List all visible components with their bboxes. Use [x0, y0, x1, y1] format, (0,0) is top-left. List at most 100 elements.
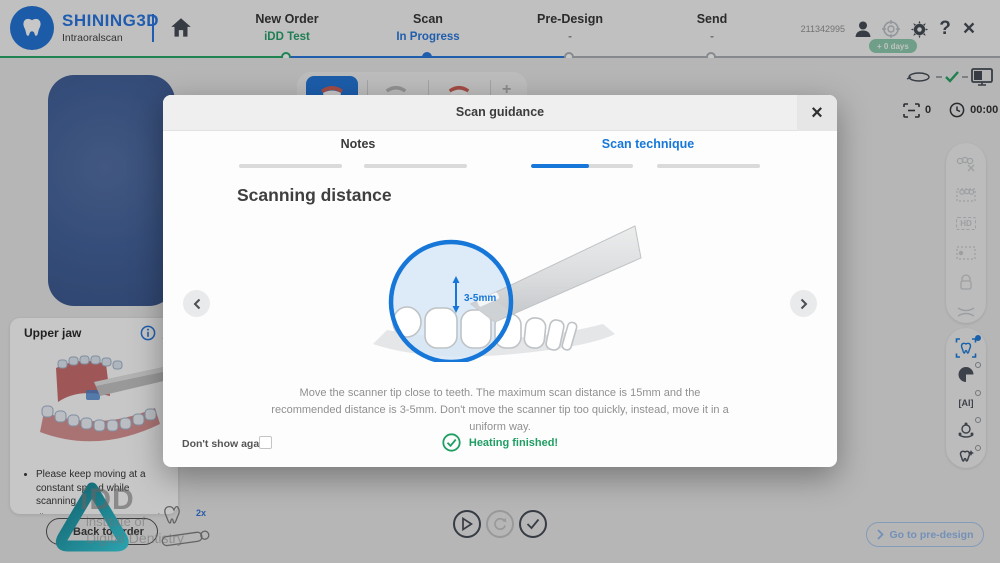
start-scan-button[interactable] — [453, 510, 481, 538]
ai-scan-button[interactable]: [AI] — [954, 392, 978, 413]
clock-icon — [949, 102, 965, 118]
jaw-scan-illustration — [28, 350, 168, 460]
close-icon: × — [811, 102, 823, 125]
app-header: SHINING3D Intraoralscan New Order iDD Te… — [0, 0, 1000, 57]
step-status: - — [642, 31, 782, 43]
scanning-distance-illustration: 3-5mm — [363, 212, 648, 362]
modal-title: Scan guidance — [163, 105, 837, 119]
info-button[interactable] — [140, 325, 156, 346]
check-icon — [526, 518, 540, 530]
heating-status: Heating finished! — [400, 433, 600, 452]
lock-icon — [958, 274, 974, 292]
check-circle-icon — [442, 433, 461, 452]
tab-notes[interactable]: Notes — [283, 137, 433, 151]
guide-progress-bar-active — [531, 164, 633, 168]
step-send[interactable]: Send - — [642, 12, 782, 43]
header-divider — [152, 14, 154, 42]
step-scan[interactable]: Scan In Progress — [358, 12, 498, 43]
occlusion-arcs-icon — [955, 304, 977, 320]
target-icon — [881, 19, 901, 39]
close-app-button[interactable]: × — [958, 18, 980, 40]
guide-progress-bar — [364, 164, 467, 168]
step-label: Pre-Design — [500, 12, 640, 26]
auto-refine-button[interactable] — [954, 337, 978, 358]
rescan-button[interactable] — [486, 510, 514, 538]
check-icon — [945, 71, 959, 83]
refresh-icon — [493, 517, 507, 531]
step-status: - — [500, 31, 640, 43]
guide-description: Move the scanner tip close to teeth. The… — [270, 385, 730, 436]
home-button[interactable] — [168, 15, 194, 41]
step-pre-design[interactable]: Pre-Design - — [500, 12, 640, 43]
step-status: In Progress — [358, 31, 498, 43]
scanner-icon — [905, 70, 933, 84]
guide-heading: Scanning distance — [237, 185, 392, 206]
play-icon — [461, 517, 473, 531]
user-button[interactable] — [852, 18, 874, 40]
calibration-button[interactable] — [880, 18, 902, 40]
chevron-left-icon — [193, 298, 201, 310]
close-icon: × — [963, 17, 975, 41]
question-icon: ? — [939, 18, 951, 40]
go-to-pre-design-label: Go to pre-design — [890, 529, 974, 541]
step-new-order[interactable]: New Order iDD Test — [217, 12, 357, 43]
post-process-button[interactable] — [954, 419, 978, 440]
texture-scan-button[interactable] — [954, 153, 978, 175]
dont-show-again-label: Don't show again — [182, 438, 269, 450]
status-connector — [962, 76, 968, 78]
marker-scan-button[interactable] — [954, 242, 978, 264]
hd-mode-button[interactable]: HD — [954, 212, 978, 234]
tab-scan-technique[interactable]: Scan technique — [563, 137, 733, 151]
camera-preview — [48, 75, 175, 306]
home-icon — [168, 15, 194, 41]
days-badge: + 0 days — [869, 39, 917, 53]
brand-block: SHINING3D Intraoralscan — [62, 11, 159, 44]
remove-soft-tissue-button[interactable] — [954, 364, 978, 385]
tool-badge — [975, 390, 981, 396]
bite-check-button[interactable] — [954, 301, 978, 323]
scan-count: 0 — [925, 104, 931, 116]
prev-guide-button[interactable] — [183, 290, 210, 317]
step-label: Send — [642, 12, 782, 26]
connection-status — [905, 68, 993, 86]
lock-data-button[interactable] — [954, 272, 978, 294]
hd-icon: HD — [956, 217, 976, 230]
go-to-pre-design-button[interactable]: Go to pre-design — [866, 522, 984, 547]
monitor-icon — [971, 68, 993, 86]
gear-icon — [909, 19, 930, 40]
step-label: New Order — [217, 12, 357, 26]
settings-button[interactable] — [908, 18, 930, 40]
scan-settings-toolbar: HD — [946, 143, 986, 323]
chevron-right-icon — [877, 529, 884, 540]
distance-label: 3-5mm — [464, 293, 496, 304]
tooth-enhance-button[interactable] — [954, 447, 978, 468]
step-status: iDD Test — [217, 31, 357, 43]
guide-progress-bar — [239, 164, 342, 168]
guide-progress-bar — [657, 164, 760, 168]
ai-tools-toolbar: [AI] — [946, 328, 986, 468]
dot-frame-icon — [955, 245, 977, 261]
heating-finished-label: Heating finished! — [469, 437, 558, 449]
watermark-line1: institute of — [86, 514, 145, 529]
next-guide-button[interactable] — [790, 290, 817, 317]
scan-guidance-modal: Scan guidance × Notes Scan technique Sca… — [163, 95, 837, 467]
finish-scan-button[interactable] — [519, 510, 547, 538]
tool-badge — [975, 417, 981, 423]
help-button[interactable]: ? — [934, 18, 956, 40]
tooth-sparkle-icon — [956, 448, 976, 466]
modal-close-button[interactable]: × — [797, 95, 837, 131]
brand-subtitle: Intraoralscan — [62, 32, 159, 44]
partial-scan-button[interactable] — [954, 183, 978, 205]
dont-show-again-checkbox[interactable] — [259, 436, 272, 449]
user-icon — [853, 19, 873, 39]
tool-badge — [975, 362, 981, 368]
chevron-right-icon — [800, 298, 808, 310]
teeth-x-icon — [955, 155, 977, 173]
info-icon — [140, 325, 156, 341]
watermark-idd: iDD — [80, 483, 135, 517]
active-dot — [975, 335, 981, 341]
user-id: 211342995 — [780, 24, 845, 34]
panel-title: Upper jaw — [24, 326, 81, 340]
watermark-speed-label: 2x — [196, 508, 206, 518]
tooth-focus-icon — [955, 338, 977, 358]
